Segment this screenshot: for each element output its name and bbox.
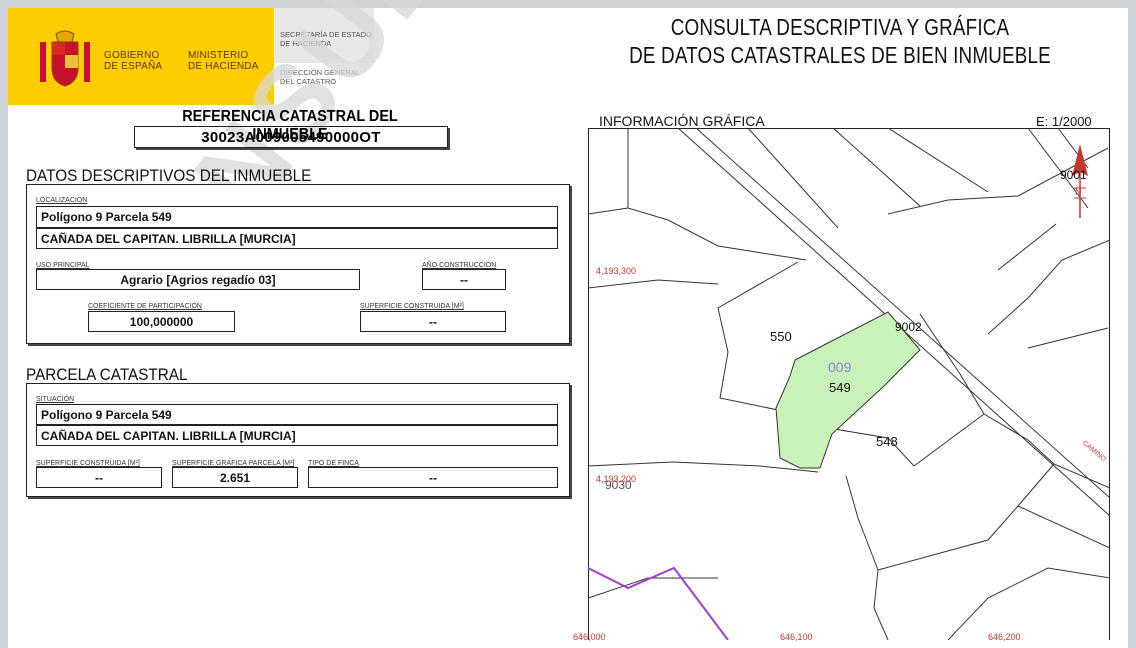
document-title: CONSULTA DESCRIPTIVA Y GRÁFICA DE DATOS … xyxy=(610,13,1069,69)
coat-of-arms-icon xyxy=(40,30,90,87)
anio-value: -- xyxy=(422,269,506,290)
map-heading: INFORMACIÓN GRÁFICA xyxy=(599,113,765,129)
supcons-label: SUPERFICIE CONSTRUIDA [m²] xyxy=(36,460,140,467)
situacion-label: SITUACIÓN xyxy=(36,396,75,403)
localizacion-line1: Polígono 9 Parcela 549 xyxy=(36,206,558,228)
gov-line1: GOBIERNO xyxy=(104,50,160,61)
coord-x3: 646,200 xyxy=(988,632,1021,642)
map-scale: E: 1/2000 xyxy=(1036,114,1092,129)
supcons-value: -- xyxy=(36,467,162,488)
parcel-549-label: 549 xyxy=(829,380,851,395)
north-label: N xyxy=(1075,187,1082,197)
tipo-label: TIPO DE FINCA xyxy=(308,460,359,467)
datos-heading: DATOS DESCRIPTIVOS DEL INMUEBLE xyxy=(26,166,312,185)
supgraf-label: SUPERFICIE GRÁFICA PARCELA [m²] xyxy=(172,460,295,467)
localizacion-label: LOCALIZACIÓN xyxy=(36,197,88,204)
superficie-value: -- xyxy=(360,311,506,332)
parcel-9002-label: 9002 xyxy=(895,320,922,334)
polygon-009-label: 009 xyxy=(828,359,852,375)
referencia-value: 30023A009005490000OT xyxy=(134,126,448,148)
superficie-label: SUPERFICIE CONSTRUIDA [m²] xyxy=(360,303,464,310)
parcel-548-label: 548 xyxy=(876,434,898,449)
situacion-line1: Polígono 9 Parcela 549 xyxy=(36,404,558,425)
coord-y1: 4,193,300 xyxy=(596,266,637,276)
coord-y2: 4,193,200 xyxy=(596,474,637,484)
situacion-line2: CAÑADA DEL CAPITAN. LIBRILLA [MURCIA] xyxy=(36,425,558,446)
supgraf-value: 2.651 xyxy=(172,467,298,488)
anio-label: AÑO CONSTRUCCIÓN xyxy=(422,262,497,269)
gov-line2: DE ESPAÑA xyxy=(104,61,163,72)
uso-label: USO PRINCIPAL xyxy=(36,262,90,269)
parcel-9001-label: 9001 xyxy=(1060,168,1087,182)
uso-value: Agrario [Agrios regadío 03] xyxy=(36,269,360,290)
parcel-550-label: 550 xyxy=(770,329,792,344)
parcela-heading: PARCELA CATASTRAL xyxy=(26,365,188,384)
title-line2: DE DATOS CATASTRALES DE BIEN INMUEBLE xyxy=(629,42,1051,68)
coord-x2: 646,100 xyxy=(780,632,813,642)
coord-x1: 646,000 xyxy=(573,632,606,642)
localizacion-line2: CAÑADA DEL CAPITAN. LIBRILLA [MURCIA] xyxy=(36,228,558,249)
tipo-value: -- xyxy=(308,467,558,488)
coeficiente-value: 100,000000 xyxy=(88,311,235,332)
title-line1: CONSULTA DESCRIPTIVA Y GRÁFICA xyxy=(670,14,1010,40)
coeficiente-label: COEFICIENTE DE PARTICIPACIÓN xyxy=(88,303,202,310)
